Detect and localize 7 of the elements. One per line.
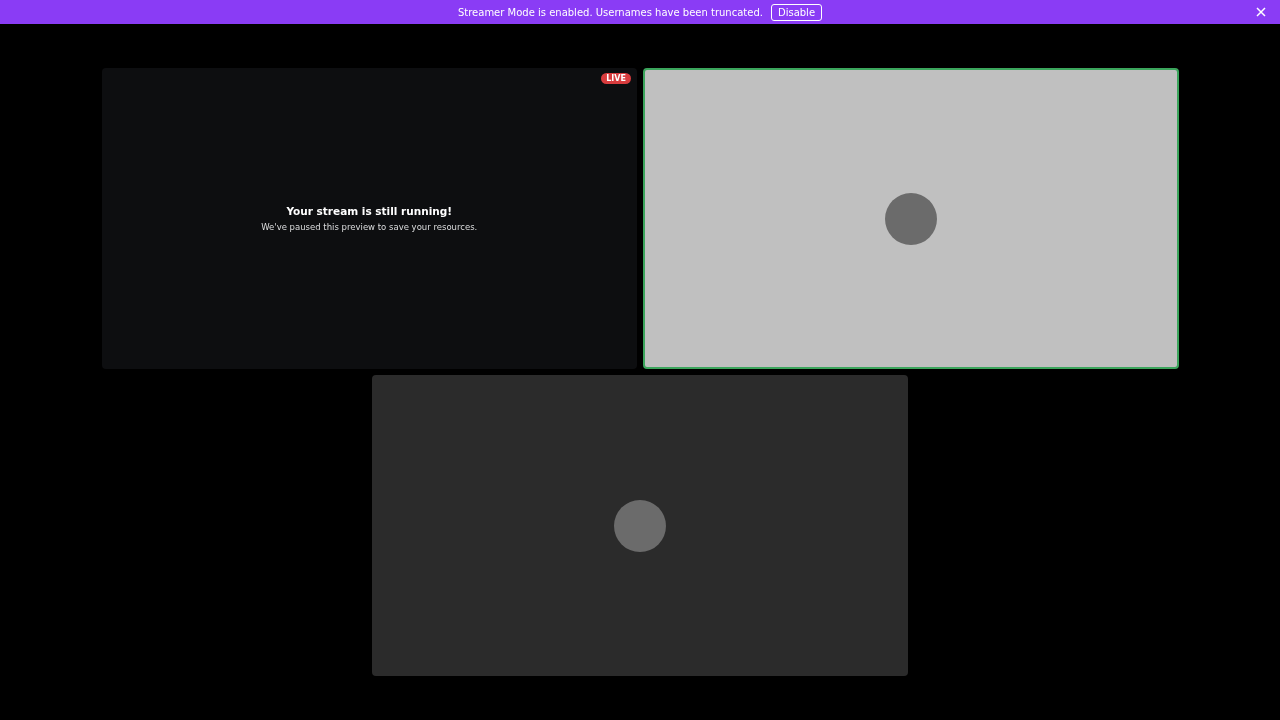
close-icon[interactable] [1256, 7, 1266, 17]
disable-button[interactable]: Disable [770, 3, 823, 21]
notice-message: Streamer Mode is enabled. Usernames have been truncated. [457, 6, 763, 18]
stream-title: Your stream is still running! [286, 205, 453, 217]
avatar-circle [614, 499, 666, 552]
live-badge: LIVE [601, 73, 631, 84]
stream-subtitle: We've paused this preview to save your resources. [261, 222, 478, 232]
